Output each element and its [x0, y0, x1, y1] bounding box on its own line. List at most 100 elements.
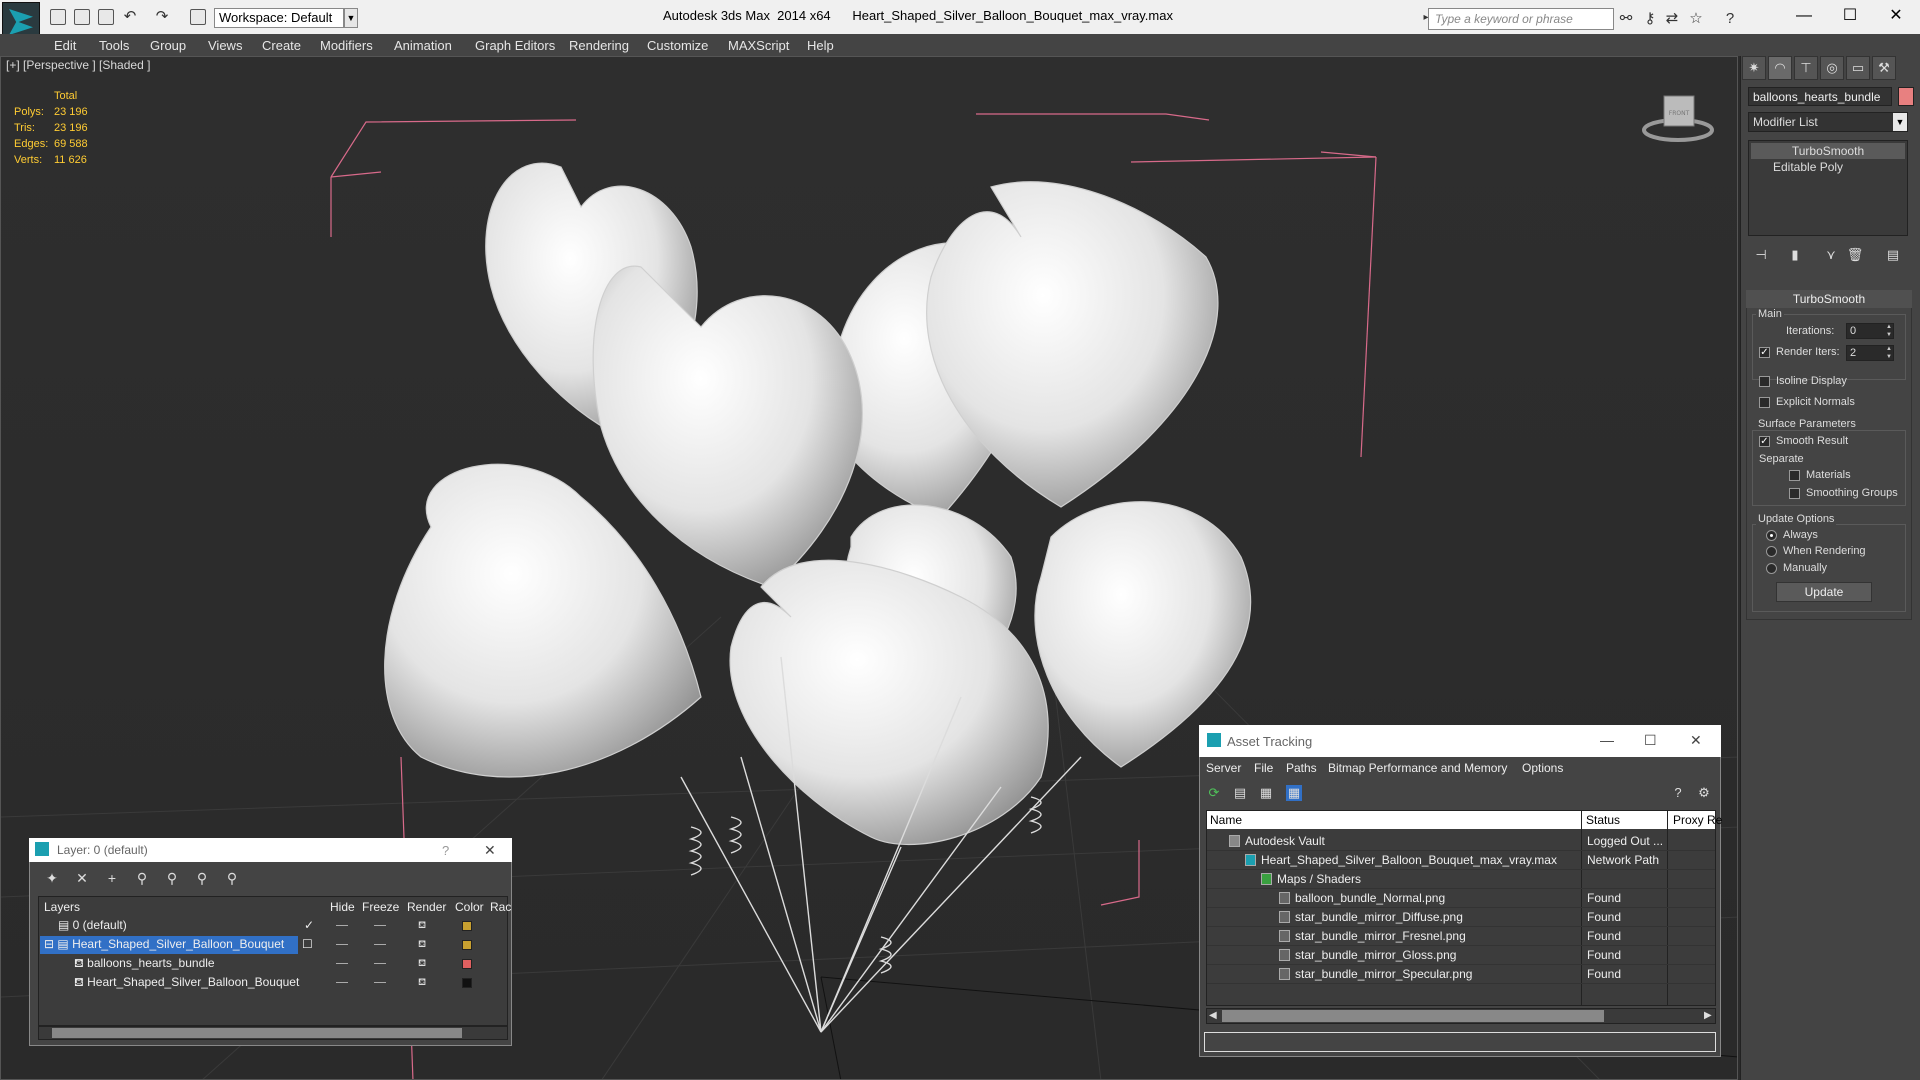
exchange-icon[interactable]: ⇄: [1664, 11, 1680, 27]
menu-help[interactable]: Help: [807, 38, 834, 53]
freeze-toggle[interactable]: [374, 963, 386, 964]
table-row-selected[interactable]: ⊟ ▤ Heart_Shaped_Silver_Balloon_Bouquet: [40, 936, 298, 954]
layer-help-button[interactable]: ?: [442, 843, 449, 858]
update-button[interactable]: Update: [1776, 582, 1872, 602]
viewport-label[interactable]: [+] [Perspective ] [Shaded ]: [6, 58, 150, 72]
menu-rendering[interactable]: Rendering: [569, 38, 629, 53]
favorites-star-icon[interactable]: ☆: [1688, 11, 1704, 27]
freeze-toggle[interactable]: [374, 944, 386, 945]
explicit-normals-checkbox[interactable]: [1759, 397, 1770, 408]
table-row[interactable]: star_bundle_mirror_Fresnel.png Found: [1207, 927, 1715, 946]
render-teapot-icon[interactable]: ⛾: [418, 920, 426, 933]
refresh-icon[interactable]: ⟳: [1206, 785, 1222, 801]
name-column-header[interactable]: Name: [1210, 813, 1242, 827]
chevron-down-icon[interactable]: ▼: [1893, 113, 1907, 131]
motion-tab-icon[interactable]: ◎: [1820, 56, 1844, 80]
menu-maxscript[interactable]: MAXScript: [728, 38, 789, 53]
freeze-toggle[interactable]: [374, 925, 386, 926]
table-row[interactable]: Heart_Shaped_Silver_Balloon_Bouquet_max_…: [1207, 851, 1715, 870]
menu-edit[interactable]: Edit: [54, 38, 76, 53]
delete-layer-icon[interactable]: ✕: [74, 870, 90, 886]
minimize-icon[interactable]: —: [1600, 732, 1614, 748]
rollout-title[interactable]: TurboSmooth: [1746, 290, 1912, 308]
object-name-field[interactable]: balloons_hearts_bundle: [1748, 87, 1892, 106]
list-view-icon[interactable]: ▤: [1232, 785, 1248, 801]
table-row[interactable]: star_bundle_mirror_Diffuse.png Found: [1207, 908, 1715, 927]
help-icon[interactable]: ?: [1722, 11, 1738, 27]
maximize-icon[interactable]: ☐: [1830, 4, 1870, 28]
select-objects-icon[interactable]: ⚲: [134, 870, 150, 886]
render-teapot-icon[interactable]: ⛾: [418, 977, 426, 990]
create-tab-icon[interactable]: ✷: [1742, 56, 1766, 80]
new-file-icon[interactable]: [50, 9, 66, 25]
key-icon[interactable]: ⚷: [1642, 11, 1658, 27]
hide-toggle[interactable]: [336, 944, 348, 945]
scroll-right-icon[interactable]: ▶: [1704, 1010, 1712, 1021]
proxy-column-header[interactable]: Proxy Re: [1673, 813, 1722, 827]
asset-menu-options[interactable]: Options: [1522, 761, 1563, 775]
table-row[interactable]: ⛾ Heart_Shaped_Silver_Balloon_Bouquet ⛾: [40, 974, 506, 992]
layer-color-swatch[interactable]: [462, 940, 472, 950]
redo-icon[interactable]: ↷: [154, 9, 170, 25]
close-icon[interactable]: ✕: [484, 842, 496, 859]
freeze-toggle[interactable]: [374, 982, 386, 983]
maximize-icon[interactable]: ☐: [1644, 732, 1657, 749]
scroll-left-icon[interactable]: ◀: [1209, 1010, 1217, 1021]
asset-menu-server[interactable]: Server: [1206, 761, 1241, 775]
close-icon[interactable]: ✕: [1876, 4, 1916, 28]
add-to-layer-icon[interactable]: +: [104, 870, 120, 886]
display-tab-icon[interactable]: ▭: [1846, 56, 1870, 80]
hide-all-icon[interactable]: ⚲: [194, 870, 210, 886]
hide-toggle[interactable]: [336, 925, 348, 926]
binoculars-icon[interactable]: ⚯: [1618, 11, 1634, 27]
hierarchy-tab-icon[interactable]: ⊤: [1794, 56, 1818, 80]
asset-menu-file[interactable]: File: [1254, 761, 1273, 775]
freeze-column-header[interactable]: Freeze: [362, 900, 399, 914]
hide-toggle[interactable]: [336, 982, 348, 983]
modify-tab-icon[interactable]: ◠: [1768, 56, 1792, 80]
layers-column-header[interactable]: Layers: [44, 900, 80, 914]
checkbox-icon[interactable]: ☐: [302, 937, 313, 951]
hide-column-header[interactable]: Hide: [330, 900, 355, 914]
layer-dialog-title[interactable]: Layer: 0 (default): [29, 838, 512, 862]
show-end-result-icon[interactable]: ▮: [1786, 246, 1804, 264]
manually-radio[interactable]: [1766, 563, 1777, 574]
render-teapot-icon[interactable]: ⛾: [418, 939, 426, 952]
search-input[interactable]: Type a keyword or phrase: [1428, 8, 1614, 30]
menu-modifiers[interactable]: Modifiers: [320, 38, 373, 53]
isoline-display-checkbox[interactable]: [1759, 376, 1770, 387]
menu-views[interactable]: Views: [208, 38, 242, 53]
color-column-header[interactable]: Color: [455, 900, 484, 914]
make-unique-icon[interactable]: ⋎: [1822, 246, 1840, 264]
table-row[interactable]: star_bundle_mirror_Gloss.png Found: [1207, 946, 1715, 965]
always-radio[interactable]: [1766, 530, 1777, 541]
utilities-tab-icon[interactable]: ⚒: [1872, 56, 1896, 80]
balloon-bouquet-model[interactable]: [384, 162, 1252, 846]
menu-customize[interactable]: Customize: [647, 38, 708, 53]
menu-graph-editors[interactable]: Graph Editors: [475, 38, 555, 53]
table-row[interactable]: balloon_bundle_Normal.png Found: [1207, 889, 1715, 908]
smoothing-groups-checkbox[interactable]: [1789, 488, 1800, 499]
table-row[interactable]: ⛾ balloons_hearts_bundle ⛾: [40, 955, 506, 973]
layer-color-swatch[interactable]: [462, 921, 472, 931]
configure-modifier-sets-icon[interactable]: ▤: [1884, 246, 1902, 264]
object-color-swatch[interactable]: [1898, 87, 1914, 106]
help-icon[interactable]: ?: [1670, 785, 1686, 801]
status-column-header[interactable]: Status: [1586, 813, 1620, 827]
materials-checkbox[interactable]: [1789, 470, 1800, 481]
when-rendering-radio[interactable]: [1766, 546, 1777, 557]
asset-dialog-title[interactable]: Asset Tracking: [1199, 725, 1721, 757]
menu-group[interactable]: Group: [150, 38, 186, 53]
menu-animation[interactable]: Animation: [394, 38, 452, 53]
asset-menu-bitmap-performance[interactable]: Bitmap Performance and Memory: [1328, 761, 1507, 775]
pin-stack-icon[interactable]: ⊣: [1752, 246, 1770, 264]
asset-path-field[interactable]: [1204, 1032, 1716, 1052]
open-file-icon[interactable]: [74, 9, 90, 25]
save-file-icon[interactable]: [98, 9, 114, 25]
table-row[interactable]: ▤ 0 (default) ✓ ⛾: [40, 917, 506, 935]
radiosity-column-header[interactable]: Rac: [490, 900, 511, 914]
menu-tools[interactable]: Tools: [99, 38, 129, 53]
object-color-swatch[interactable]: [462, 959, 472, 969]
create-layer-icon[interactable]: ✦: [44, 870, 60, 886]
highlight-layer-icon[interactable]: ⚲: [164, 870, 180, 886]
